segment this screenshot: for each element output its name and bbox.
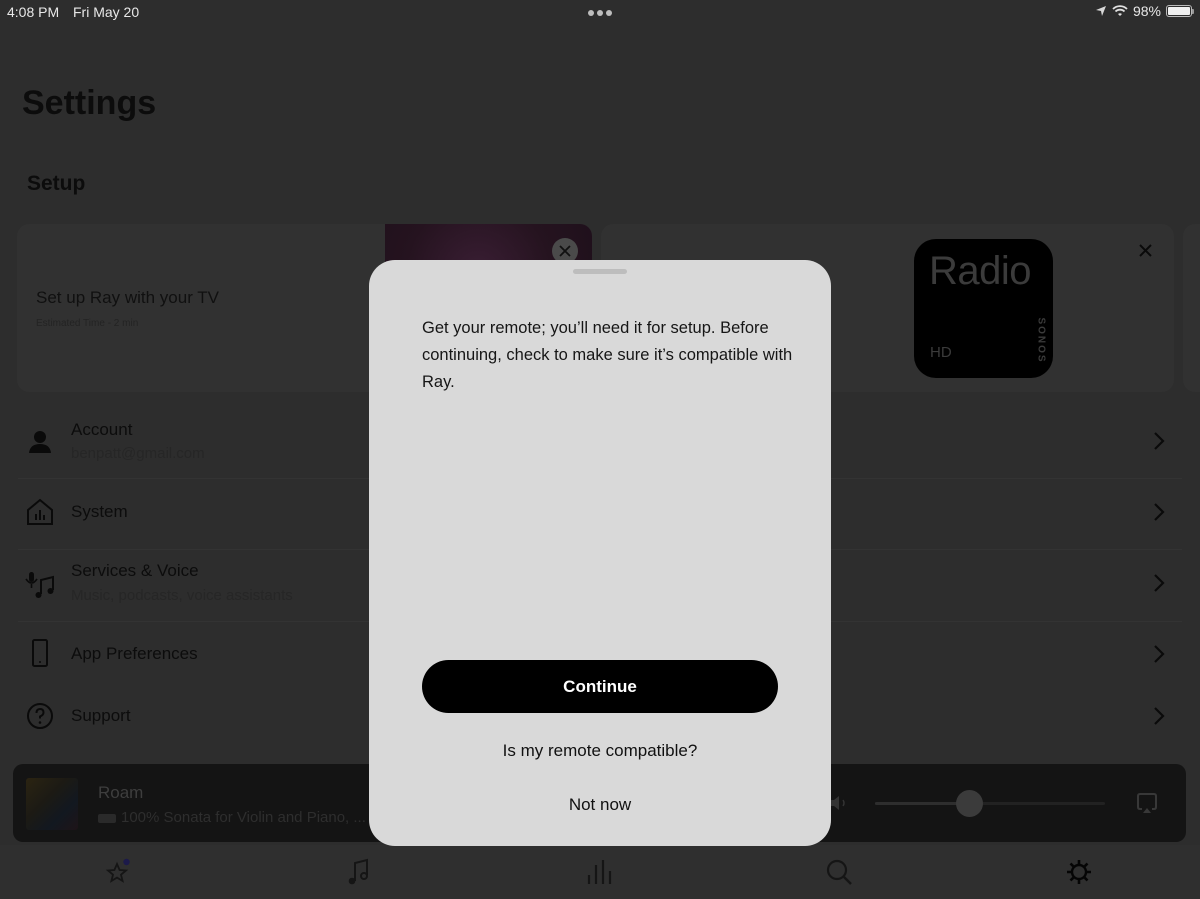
volume-slider-fill — [875, 802, 970, 805]
search-icon — [826, 859, 852, 885]
chevron-right-icon — [1150, 704, 1168, 728]
bars-icon — [587, 860, 612, 884]
chevron-right-icon — [1150, 500, 1168, 524]
chevron-right-icon — [1150, 571, 1168, 595]
source-badge-icon — [98, 813, 116, 823]
volume-slider[interactable] — [875, 790, 1105, 817]
volume-icon[interactable] — [828, 793, 850, 813]
help-icon — [24, 700, 56, 732]
music-note-icon — [348, 858, 368, 885]
star-icon — [105, 858, 130, 883]
tab-favorites[interactable] — [104, 857, 134, 887]
modal-message: Get your remote; you’ll need it for setu… — [422, 319, 793, 391]
menu-subtitle: Music, podcasts, voice assistants — [71, 587, 293, 604]
menu-label: Support — [71, 706, 131, 725]
menu-subtitle: benpatt@gmail.com — [71, 445, 205, 462]
tab-rooms[interactable] — [585, 857, 615, 887]
home-icon — [24, 496, 56, 528]
now-playing-track: 100% Sonata for Violin and Piano, ... — [98, 809, 366, 826]
setup-card-subtitle: Estimated Time - 2 min — [36, 318, 139, 329]
tab-browse[interactable] — [344, 857, 374, 887]
menu-label: Services & Voice — [71, 561, 199, 580]
status-date: Fri May 20 — [73, 4, 140, 20]
gear-icon — [1067, 860, 1091, 884]
radio-tile-title: Radio — [929, 249, 1032, 293]
status-bar: 4:08 PM Fri May 20 98% — [0, 0, 1200, 26]
status-indicators: 98% — [1095, 3, 1194, 19]
battery-percent: 98% — [1132, 3, 1161, 19]
menu-label: App Preferences — [71, 644, 198, 663]
volume-slider-thumb[interactable] — [956, 790, 984, 817]
tab-search[interactable] — [824, 857, 854, 887]
continue-button[interactable]: Continue — [422, 660, 778, 713]
now-playing-track-title: 100% Sonata for Violin and Piano, ... — [121, 809, 366, 826]
status-time: 4:08 PM — [7, 4, 60, 20]
setup-card-next[interactable] — [1183, 224, 1200, 392]
dismiss-radio-card-button[interactable] — [1135, 240, 1155, 260]
wifi-icon — [1112, 5, 1128, 16]
location-icon — [1095, 6, 1106, 16]
multitasking-dots[interactable] — [588, 10, 612, 16]
close-icon — [559, 245, 571, 257]
close-icon — [1138, 243, 1152, 257]
tab-bar — [0, 845, 1200, 899]
sonos-logo: SONOS — [1035, 317, 1047, 364]
section-title-setup: Setup — [27, 172, 86, 195]
chevron-right-icon — [1150, 642, 1168, 666]
chevron-right-icon — [1150, 429, 1168, 453]
modal-drag-handle[interactable] — [573, 269, 627, 274]
battery-icon — [1166, 5, 1194, 17]
not-now-button[interactable]: Not now — [369, 795, 831, 815]
setup-card-title: Set up Ray with your TV — [36, 288, 219, 307]
person-icon — [24, 426, 56, 458]
page-title: Settings — [22, 84, 157, 122]
radio-hd-tile: Radio HD SONOS — [914, 239, 1053, 378]
menu-label: Account — [71, 420, 133, 439]
menu-label: System — [71, 502, 128, 521]
remote-compatibility-link[interactable]: Is my remote compatible? — [369, 741, 831, 761]
airplay-output-icon[interactable] — [1136, 792, 1158, 814]
mic-music-icon — [24, 569, 56, 601]
now-playing-room: Roam — [98, 783, 144, 802]
album-art — [26, 778, 78, 830]
radio-tile-hd: HD — [930, 344, 952, 361]
tab-settings[interactable] — [1064, 857, 1094, 887]
phone-icon — [24, 637, 56, 669]
setup-modal: Get your remote; you’ll need it for setu… — [369, 260, 831, 846]
